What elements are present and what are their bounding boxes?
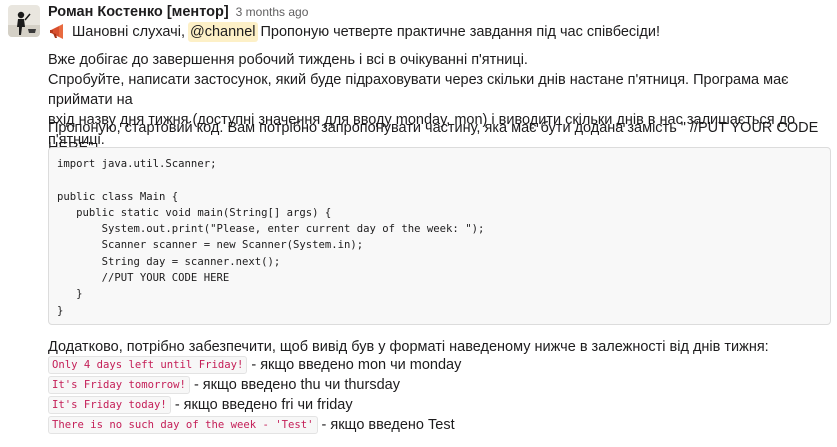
message-header: Роман Костенко [ментор] 3 months ago (48, 4, 308, 22)
output-format-intro: Додатково, потрібно забезпечити, щоб вив… (48, 339, 769, 355)
code-line: } (57, 304, 64, 317)
case-description: - якщо введено fri чи friday (174, 397, 353, 413)
avatar[interactable] (8, 5, 40, 37)
output-case: It's Friday today! - якщо введено fri чи… (48, 395, 353, 415)
megaphone-icon (48, 22, 68, 42)
task-line: Вже добігає до завершення робочий тижден… (48, 52, 528, 68)
inline-code: It's Friday today! (48, 396, 171, 414)
author-name[interactable]: Роман Костенко [ментор] (48, 4, 229, 20)
inline-code: There is no such day of the week - 'Test… (48, 416, 318, 434)
code-line: import java.util.Scanner; (57, 158, 217, 170)
case-description: - якщо введено thu чи thursday (193, 377, 400, 393)
code-line: public class Main { (57, 190, 179, 203)
output-case: There is no such day of the week - 'Test… (48, 415, 455, 435)
inline-code: Only 4 days left until Friday! (48, 356, 248, 374)
output-case: Only 4 days left until Friday! - якщо вв… (48, 355, 461, 375)
case-description: - якщо введено Test (321, 417, 455, 433)
intro-greeting: Шановні слухачі, (72, 24, 185, 40)
chat-message: Роман Костенко [ментор] 3 months ago Шан… (0, 0, 837, 447)
code-line: //PUT YOUR CODE HERE (57, 272, 230, 285)
code-block: import java.util.Scanner; public class M… (48, 147, 831, 325)
code-line: String day = scanner.next(); (57, 255, 281, 268)
output-case: It's Friday tomorrow! - якщо введено thu… (48, 375, 400, 395)
intro-line: Шановні слухачі, @channel Пропоную четве… (48, 22, 660, 42)
case-description: - якщо введено mon чи monday (251, 357, 462, 373)
code-line: public static void main(String[] args) { (57, 206, 332, 219)
inline-code: It's Friday tomorrow! (48, 376, 190, 394)
intro-text: Пропоную четверте практичне завдання під… (260, 24, 660, 40)
code-line: Scanner scanner = new Scanner(System.in)… (57, 239, 364, 252)
code-text: import java.util.Scanner; public class M… (57, 156, 484, 319)
task-line: Спробуйте, написати застосунок, який буд… (48, 72, 789, 108)
channel-mention[interactable]: @channel (187, 22, 258, 42)
code-line: System.out.print("Please, enter current … (57, 223, 485, 236)
message-timestamp[interactable]: 3 months ago (236, 5, 309, 19)
code-line: } (57, 288, 83, 301)
